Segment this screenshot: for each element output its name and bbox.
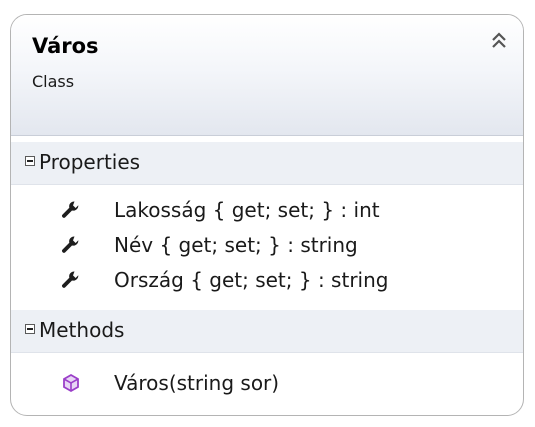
methods-section-header[interactable]: Methods (11, 310, 523, 353)
property-item[interactable]: Név { get; set; } : string (11, 230, 523, 266)
property-label: Név { get; set; } : string (114, 233, 358, 257)
property-label: Lakosság { get; set; } : int (114, 198, 380, 222)
class-header: Város Class (11, 15, 523, 136)
property-item[interactable]: Ország { get; set; } : string (11, 265, 523, 301)
class-name: Város (32, 34, 99, 58)
collapse-toggle-icon[interactable] (25, 156, 35, 166)
method-label: Város(string sor) (114, 371, 280, 395)
method-cube-icon (60, 372, 82, 394)
properties-section-label: Properties (39, 150, 141, 174)
collapse-toggle-icon[interactable] (25, 324, 35, 334)
wrench-icon (60, 199, 82, 221)
property-label: Ország { get; set; } : string (114, 268, 389, 292)
wrench-icon (60, 269, 82, 291)
methods-section-label: Methods (39, 318, 125, 342)
class-shape[interactable]: Város Class Properties Lakosság { get; s… (10, 14, 524, 416)
property-item[interactable]: Lakosság { get; set; } : int (11, 195, 523, 231)
method-item[interactable]: Város(string sor) (11, 368, 523, 404)
wrench-icon (60, 234, 82, 256)
collapse-chevron-icon[interactable] (489, 31, 509, 51)
class-kind: Class (32, 72, 75, 91)
properties-section-header[interactable]: Properties (11, 142, 523, 185)
